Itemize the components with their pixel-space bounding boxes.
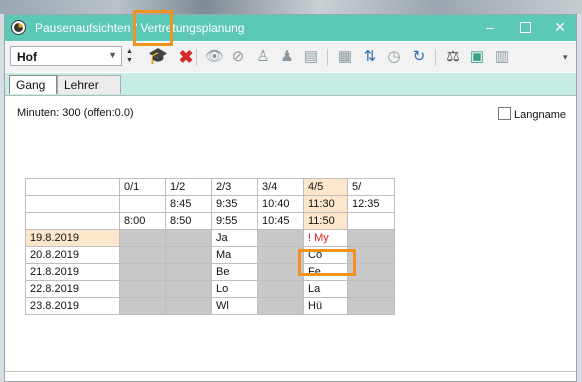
date-cell[interactable]: 19.8.2019 (25, 229, 120, 247)
table-row: 19.8.2019 Ja ! My (25, 229, 395, 247)
table-row: 23.8.2019 Wl Hü (25, 297, 395, 315)
grid-cell[interactable] (119, 297, 166, 315)
spinner-icon[interactable]: ▲ ▼ (126, 47, 135, 65)
grid-header-corner (25, 178, 120, 196)
grid-cell[interactable]: Ma (211, 246, 258, 264)
mortarboard-icon[interactable]: 🎓 (148, 48, 168, 66)
grid-cell[interactable] (119, 280, 166, 298)
toolbar-separator (435, 49, 436, 66)
period-header: 3/4 (257, 178, 304, 196)
teachers-icon[interactable]: ♟ (278, 48, 296, 66)
clock-icon[interactable]: ◷ (385, 48, 403, 66)
grid-cell[interactable] (165, 246, 212, 264)
grid-cell-selected[interactable]: ! My (303, 229, 348, 247)
period-end: 9:55 (211, 212, 258, 230)
scale-icon[interactable]: ⚖ (444, 48, 462, 66)
table-row: 22.8.2019 Lo La (25, 280, 395, 298)
divider (5, 371, 576, 372)
grid-cell[interactable] (119, 229, 166, 247)
transfer-icon[interactable]: ⇅ (361, 48, 379, 66)
grid-cell[interactable] (257, 263, 304, 281)
grid-icon[interactable]: ▦ (336, 48, 354, 66)
date-cell[interactable]: 22.8.2019 (25, 280, 120, 298)
period-start: 9:35 (211, 195, 258, 213)
grid-header-corner (25, 212, 120, 230)
grid-cell[interactable] (119, 246, 166, 264)
close-button[interactable]: ✕ (545, 17, 575, 37)
tab-gang[interactable]: Gang (9, 75, 57, 94)
tab-strip: Gang Lehrer (5, 73, 576, 96)
grid-cell[interactable] (257, 280, 304, 298)
period-header: 4/5 (303, 178, 348, 196)
period-header: 5/ (347, 178, 395, 196)
grid-cell[interactable] (257, 229, 304, 247)
chevron-down-icon: ▼ (108, 50, 117, 60)
period-start (119, 195, 166, 213)
grid-header-corner (25, 195, 120, 213)
toolbar: Hof ▼ ▲ ▼ 🎓 ✖ 👁 ⊘ ♙ ♟ ▤ ▦ ⇅ ◷ ↻ ⚖ ▣ ▥ ▾ (5, 42, 576, 72)
main-window: Pausenaufsichten / Vertretungsplanung – … (4, 14, 577, 382)
period-end: 11:50 (303, 212, 348, 230)
minutes-info: Minuten: 300 (offen:0.0) (17, 107, 134, 119)
grid-cell[interactable] (165, 229, 212, 247)
book-icon[interactable]: ▥ (493, 48, 511, 66)
checkbox-box[interactable] (498, 107, 511, 120)
signal-icon[interactable]: ▤ (302, 48, 320, 66)
background-window (0, 0, 582, 14)
period-header: 1/2 (165, 178, 212, 196)
langname-label: Langname (514, 109, 566, 121)
grid-cell[interactable] (257, 246, 304, 264)
grid-cell[interactable]: Lo (211, 280, 258, 298)
title-bar[interactable]: Pausenaufsichten / Vertretungsplanung – … (5, 15, 576, 41)
grid-cell[interactable]: Ja (211, 229, 258, 247)
period-end (347, 212, 395, 230)
eye-crossed-icon[interactable]: ⊘ (229, 48, 247, 66)
highlight-box (298, 249, 356, 276)
grid-cell[interactable]: Be (211, 263, 258, 281)
eye-icon[interactable]: 👁 (205, 48, 224, 66)
langname-checkbox[interactable]: Langname (498, 107, 566, 121)
period-end: 8:00 (119, 212, 166, 230)
grid-cell[interactable] (119, 263, 166, 281)
grid-cell[interactable] (165, 297, 212, 315)
date-cell[interactable]: 23.8.2019 (25, 297, 120, 315)
period-end: 10:45 (257, 212, 304, 230)
grid-cell[interactable] (347, 229, 395, 247)
schedule-grid: 0/1 1/2 2/3 3/4 4/5 5/ 8:45 9:35 10:40 1… (25, 178, 395, 315)
period-header: 0/1 (119, 178, 166, 196)
app-clock-icon (11, 20, 26, 35)
toolbar-separator (196, 49, 197, 66)
grid-cell[interactable] (347, 280, 395, 298)
grid-cell[interactable] (347, 297, 395, 315)
grid-cell[interactable] (257, 297, 304, 315)
grid-cell[interactable] (165, 263, 212, 281)
tab-lehrer[interactable]: Lehrer (57, 75, 121, 94)
chevron-down-icon[interactable]: ▾ (563, 52, 568, 63)
highlight-box (133, 10, 173, 46)
image-icon[interactable]: ▣ (468, 48, 486, 66)
area-select-value: Hof (17, 50, 37, 64)
period-start: 10:40 (257, 195, 304, 213)
period-start: 8:45 (165, 195, 212, 213)
period-start: 11:30 (303, 195, 348, 213)
period-end: 8:50 (165, 212, 212, 230)
grid-cell[interactable]: Hü (303, 297, 348, 315)
maximize-button[interactable] (510, 17, 540, 37)
period-header: 2/3 (211, 178, 258, 196)
area-select[interactable]: Hof ▼ (10, 46, 122, 66)
delete-x-icon[interactable]: ✖ (177, 48, 195, 66)
toolbar-separator (327, 49, 328, 66)
date-cell[interactable]: 20.8.2019 (25, 246, 120, 264)
refresh-icon[interactable]: ↻ (410, 48, 428, 66)
period-start: 12:35 (347, 195, 395, 213)
grid-cell[interactable]: La (303, 280, 348, 298)
teacher-icon[interactable]: ♙ (254, 48, 272, 66)
grid-cell[interactable]: Wl (211, 297, 258, 315)
grid-cell[interactable] (165, 280, 212, 298)
minimize-button[interactable]: – (475, 17, 505, 37)
date-cell[interactable]: 21.8.2019 (25, 263, 120, 281)
